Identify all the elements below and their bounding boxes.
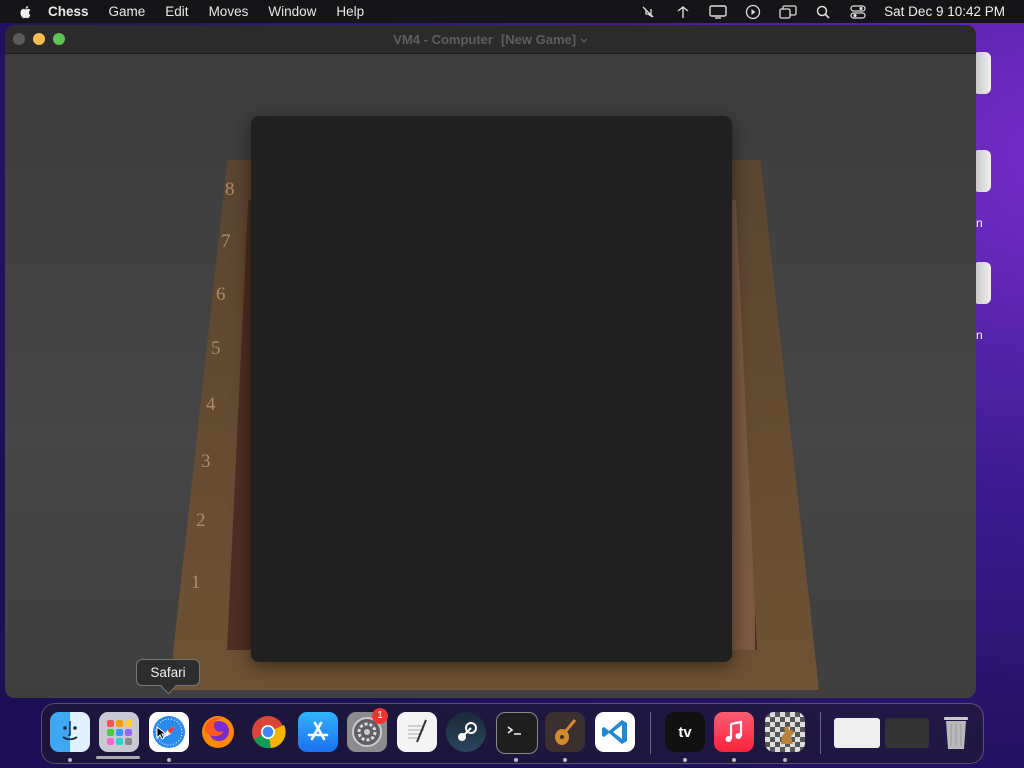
running-indicator-safari — [167, 758, 171, 762]
search-icon[interactable] — [814, 4, 832, 20]
rank-label-6: 6 — [216, 284, 226, 305]
running-indicator-terminal — [514, 758, 518, 762]
apple-menu-icon[interactable] — [18, 4, 34, 20]
dock-separator-1 — [650, 712, 651, 754]
apple-tv-label: tv — [678, 723, 692, 741]
desktop-disk-icon-1[interactable] — [975, 52, 991, 94]
running-indicator-garageband — [563, 758, 567, 762]
menu-bar: Chess Game Edit Moves Window Help Sat De… — [0, 0, 1024, 23]
control-center-icon[interactable] — [849, 4, 867, 20]
app-store-icon[interactable] — [298, 712, 338, 752]
launchpad-icon[interactable] — [99, 712, 139, 752]
rank-label-1: 1 — [191, 572, 201, 593]
menu-help[interactable]: Help — [336, 4, 364, 19]
display-icon[interactable] — [709, 4, 727, 20]
steam-icon[interactable] — [446, 712, 486, 752]
chrome-icon[interactable] — [248, 712, 288, 752]
screen-mirroring-icon[interactable] — [779, 4, 797, 20]
safari-icon[interactable] — [149, 712, 189, 752]
settings-notification-badge: 1 — [372, 708, 388, 724]
garageband-icon[interactable] — [545, 712, 585, 752]
rank-label-8: 8 — [225, 179, 235, 200]
window-title-text: VM4 - Computer — [393, 32, 493, 47]
rank-label-5: 5 — [211, 338, 221, 359]
menu-edit[interactable]: Edit — [165, 4, 188, 19]
trash-icon[interactable] — [936, 712, 976, 752]
mouse-cursor-icon — [156, 726, 166, 740]
window-title: VM4 - Computer [New Game] — [5, 32, 976, 47]
desktop-disk-icon-3[interactable] — [975, 262, 991, 304]
menu-moves[interactable]: Moves — [209, 4, 249, 19]
rank-label-3: 3 — [201, 451, 211, 472]
rank-label-4: 4 — [206, 394, 216, 415]
menu-clock[interactable]: Sat Dec 9 10:42 PM — [884, 4, 1005, 19]
menu-game[interactable]: Game — [109, 4, 146, 19]
empty-sheet-panel[interactable] — [251, 116, 732, 662]
apple-tv-icon[interactable]: tv — [665, 712, 705, 752]
network-icon[interactable] — [674, 4, 692, 20]
running-indicator-music — [732, 758, 736, 762]
menu-app-chess[interactable]: Chess — [48, 4, 89, 19]
running-indicator-tv — [683, 758, 687, 762]
running-indicator-chess — [783, 758, 787, 762]
finder-icon[interactable] — [50, 712, 90, 752]
chevron-down-icon[interactable] — [580, 38, 588, 44]
firefox-icon[interactable] — [198, 712, 238, 752]
rank-label-7: 7 — [221, 231, 231, 252]
menu-window[interactable]: Window — [268, 4, 316, 19]
minimized-window-preview-1[interactable] — [834, 718, 880, 748]
rank-label-2: 2 — [196, 510, 206, 531]
play-icon[interactable] — [744, 4, 762, 20]
window-titlebar[interactable]: VM4 - Computer [New Game] — [5, 25, 976, 54]
running-indicator-finder — [68, 758, 72, 762]
chess-app-icon[interactable] — [765, 712, 805, 752]
chess-board-view[interactable]: 8 7 6 5 4 3 2 1 — [5, 54, 976, 698]
music-icon[interactable] — [714, 712, 754, 752]
desktop-disk-label-2: n — [976, 328, 983, 342]
dock-separator-2 — [820, 712, 821, 754]
mute-icon[interactable] — [639, 4, 657, 20]
window-subtitle[interactable]: [New Game] — [501, 32, 576, 47]
minimized-window-preview-2[interactable] — [885, 718, 929, 748]
terminal-icon[interactable] — [496, 712, 538, 754]
dock-scroll-indicator — [96, 756, 140, 759]
dock: tv — [41, 703, 984, 764]
textedit-icon[interactable] — [397, 712, 437, 752]
desktop-disk-label-1: n — [976, 216, 983, 230]
dock-tooltip: Safari — [136, 659, 200, 686]
vscode-icon[interactable] — [595, 712, 635, 752]
chess-window: VM4 - Computer [New Game] 8 7 6 5 4 3 2 1 — [5, 25, 976, 698]
desktop-disk-icon-2[interactable] — [975, 150, 991, 192]
